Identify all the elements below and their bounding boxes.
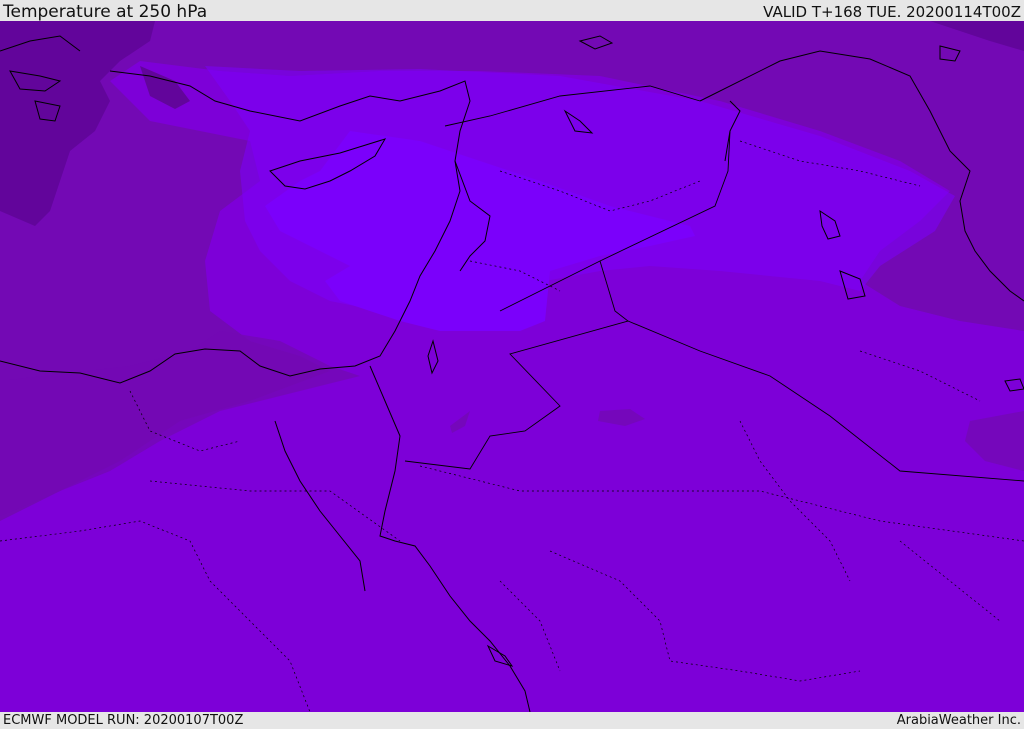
footer-bar: ECMWF MODEL RUN: 20200107T00Z ArabiaWeat… [0, 712, 1024, 729]
valid-time: VALID T+168 TUE. 20200114T00Z [763, 3, 1021, 21]
model-run: ECMWF MODEL RUN: 20200107T00Z [3, 713, 244, 728]
map-canvas [0, 21, 1024, 712]
temperature-map[interactable] [0, 21, 1024, 712]
map-title: Temperature at 250 hPa [3, 2, 208, 22]
header-bar: Temperature at 250 hPa VALID T+168 TUE. … [0, 0, 1024, 21]
credit-label: ArabiaWeather Inc. [896, 713, 1021, 728]
